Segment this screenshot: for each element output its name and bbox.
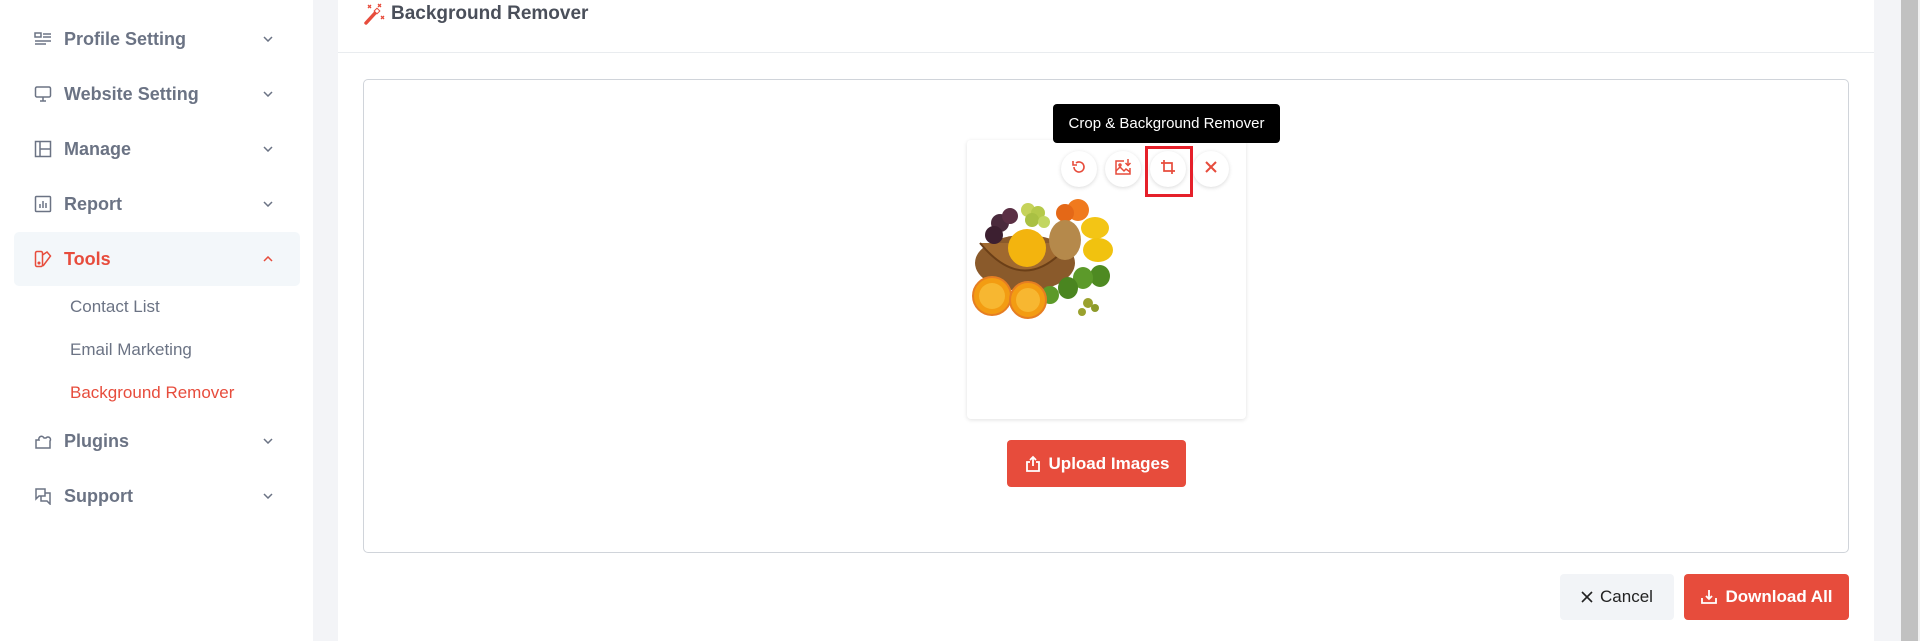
- sidebar-item-label: Profile Setting: [64, 28, 187, 49]
- profile-list-icon: [34, 30, 52, 48]
- cancel-label: Cancel: [1600, 587, 1653, 606]
- sidebar-subitem-background-remover[interactable]: Background Remover: [70, 383, 234, 403]
- sidebar-item-label: Tools: [64, 248, 111, 269]
- chevron-down-icon: [262, 88, 274, 100]
- upload-images-label: Upload Images: [1048, 453, 1170, 473]
- cancel-button[interactable]: Cancel: [1560, 574, 1674, 620]
- scrollbar-thumb[interactable]: [1901, 0, 1918, 641]
- tooltip: Crop & Background Remover: [1053, 104, 1280, 143]
- content-gutter-right: [1874, 0, 1901, 641]
- reset-image-button[interactable]: [1061, 151, 1097, 187]
- fruit-basket-image: [972, 199, 1113, 319]
- sidebar-item-plugins[interactable]: Plugins: [14, 414, 300, 468]
- download-all-button[interactable]: Download All: [1684, 574, 1849, 620]
- sidebar-item-support[interactable]: Support: [14, 469, 300, 523]
- chart-icon: [34, 195, 52, 213]
- sidebar-item-label: Report: [64, 193, 122, 214]
- sidebar: Profile Setting Website Setting Manage R…: [0, 0, 313, 641]
- sidebar-subitem-contact-list[interactable]: Contact List: [70, 297, 160, 317]
- upload-images-button[interactable]: Upload Images: [1007, 440, 1186, 487]
- chevron-down-icon: [262, 33, 274, 45]
- chat-icon: [34, 487, 52, 505]
- app-layout: Profile Setting Website Setting Manage R…: [0, 0, 1920, 641]
- chevron-down-icon: [262, 198, 274, 210]
- sidebar-item-label: Support: [64, 485, 133, 506]
- layout-icon: [34, 140, 52, 158]
- sidebar-item-label: Website Setting: [64, 83, 199, 104]
- remove-image-button[interactable]: [1193, 151, 1229, 187]
- download-all-label: Download All: [1725, 587, 1833, 606]
- replace-image-button[interactable]: [1105, 151, 1141, 187]
- upload-icon: [1024, 455, 1042, 473]
- close-icon: [1204, 160, 1218, 179]
- rotate-icon: [1071, 159, 1087, 180]
- tools-icon: [34, 250, 52, 268]
- sidebar-subitem-email-marketing[interactable]: Email Marketing: [70, 340, 192, 360]
- chevron-down-icon: [262, 143, 274, 155]
- sidebar-item-website-setting[interactable]: Website Setting: [14, 67, 300, 121]
- sidebar-item-tools[interactable]: Tools: [14, 232, 300, 286]
- puzzle-icon: [34, 432, 52, 450]
- magic-wand-icon: [363, 3, 385, 25]
- sidebar-item-profile-setting[interactable]: Profile Setting: [14, 12, 300, 66]
- close-icon: [1581, 591, 1593, 603]
- chevron-down-icon: [262, 490, 274, 502]
- content-gutter-left: [313, 0, 338, 641]
- sidebar-item-manage[interactable]: Manage: [14, 122, 300, 176]
- crop-button[interactable]: [1150, 151, 1186, 187]
- card-header: Background Remover: [338, 0, 1874, 53]
- download-icon: [1700, 588, 1718, 606]
- sidebar-item-report[interactable]: Report: [14, 177, 300, 231]
- chevron-up-icon: [262, 253, 274, 265]
- sidebar-item-label: Plugins: [64, 430, 130, 451]
- image-download-icon: [1114, 158, 1132, 181]
- sidebar-item-label: Manage: [64, 138, 132, 159]
- crop-icon: [1160, 159, 1176, 180]
- monitor-icon: [34, 85, 52, 103]
- page-title: Background Remover: [391, 3, 589, 24]
- chevron-down-icon: [262, 435, 274, 447]
